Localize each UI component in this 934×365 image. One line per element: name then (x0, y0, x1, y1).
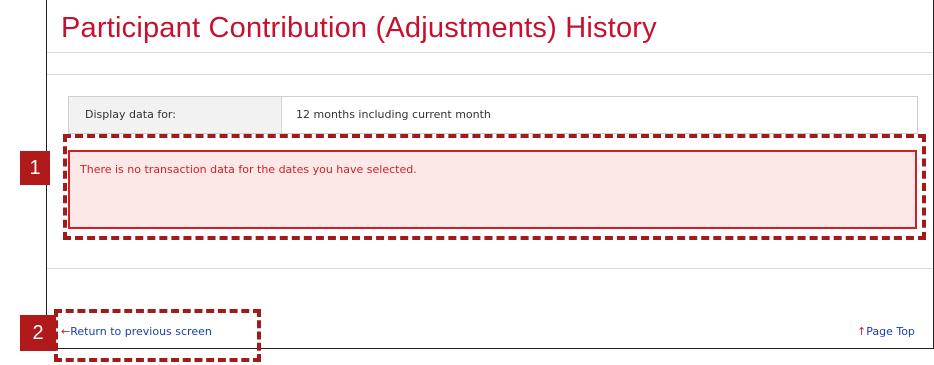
display-filter-label: Display data for: (69, 97, 282, 133)
callout-marker-2: 2 (20, 315, 56, 351)
display-filter-row: Display data for: 12 months including cu… (68, 96, 918, 134)
left-arrow-icon: ← (61, 325, 71, 338)
page-top-label: Page Top (866, 325, 915, 338)
title-divider (47, 52, 932, 53)
content-divider (47, 74, 932, 75)
callout-marker-1: 1 (20, 151, 50, 185)
page-title: Participant Contribution (Adjustments) H… (61, 12, 657, 44)
return-to-previous-label: Return to previous screen (70, 325, 212, 338)
up-arrow-icon: ↑ (857, 325, 867, 338)
bottom-divider (47, 268, 932, 269)
display-filter-value: 12 months including current month (296, 108, 491, 121)
callout-frame-1 (63, 134, 926, 240)
return-to-previous-link[interactable]: ←Return to previous screen (61, 325, 212, 338)
page-top-link[interactable]: ↑Page Top (857, 325, 915, 338)
